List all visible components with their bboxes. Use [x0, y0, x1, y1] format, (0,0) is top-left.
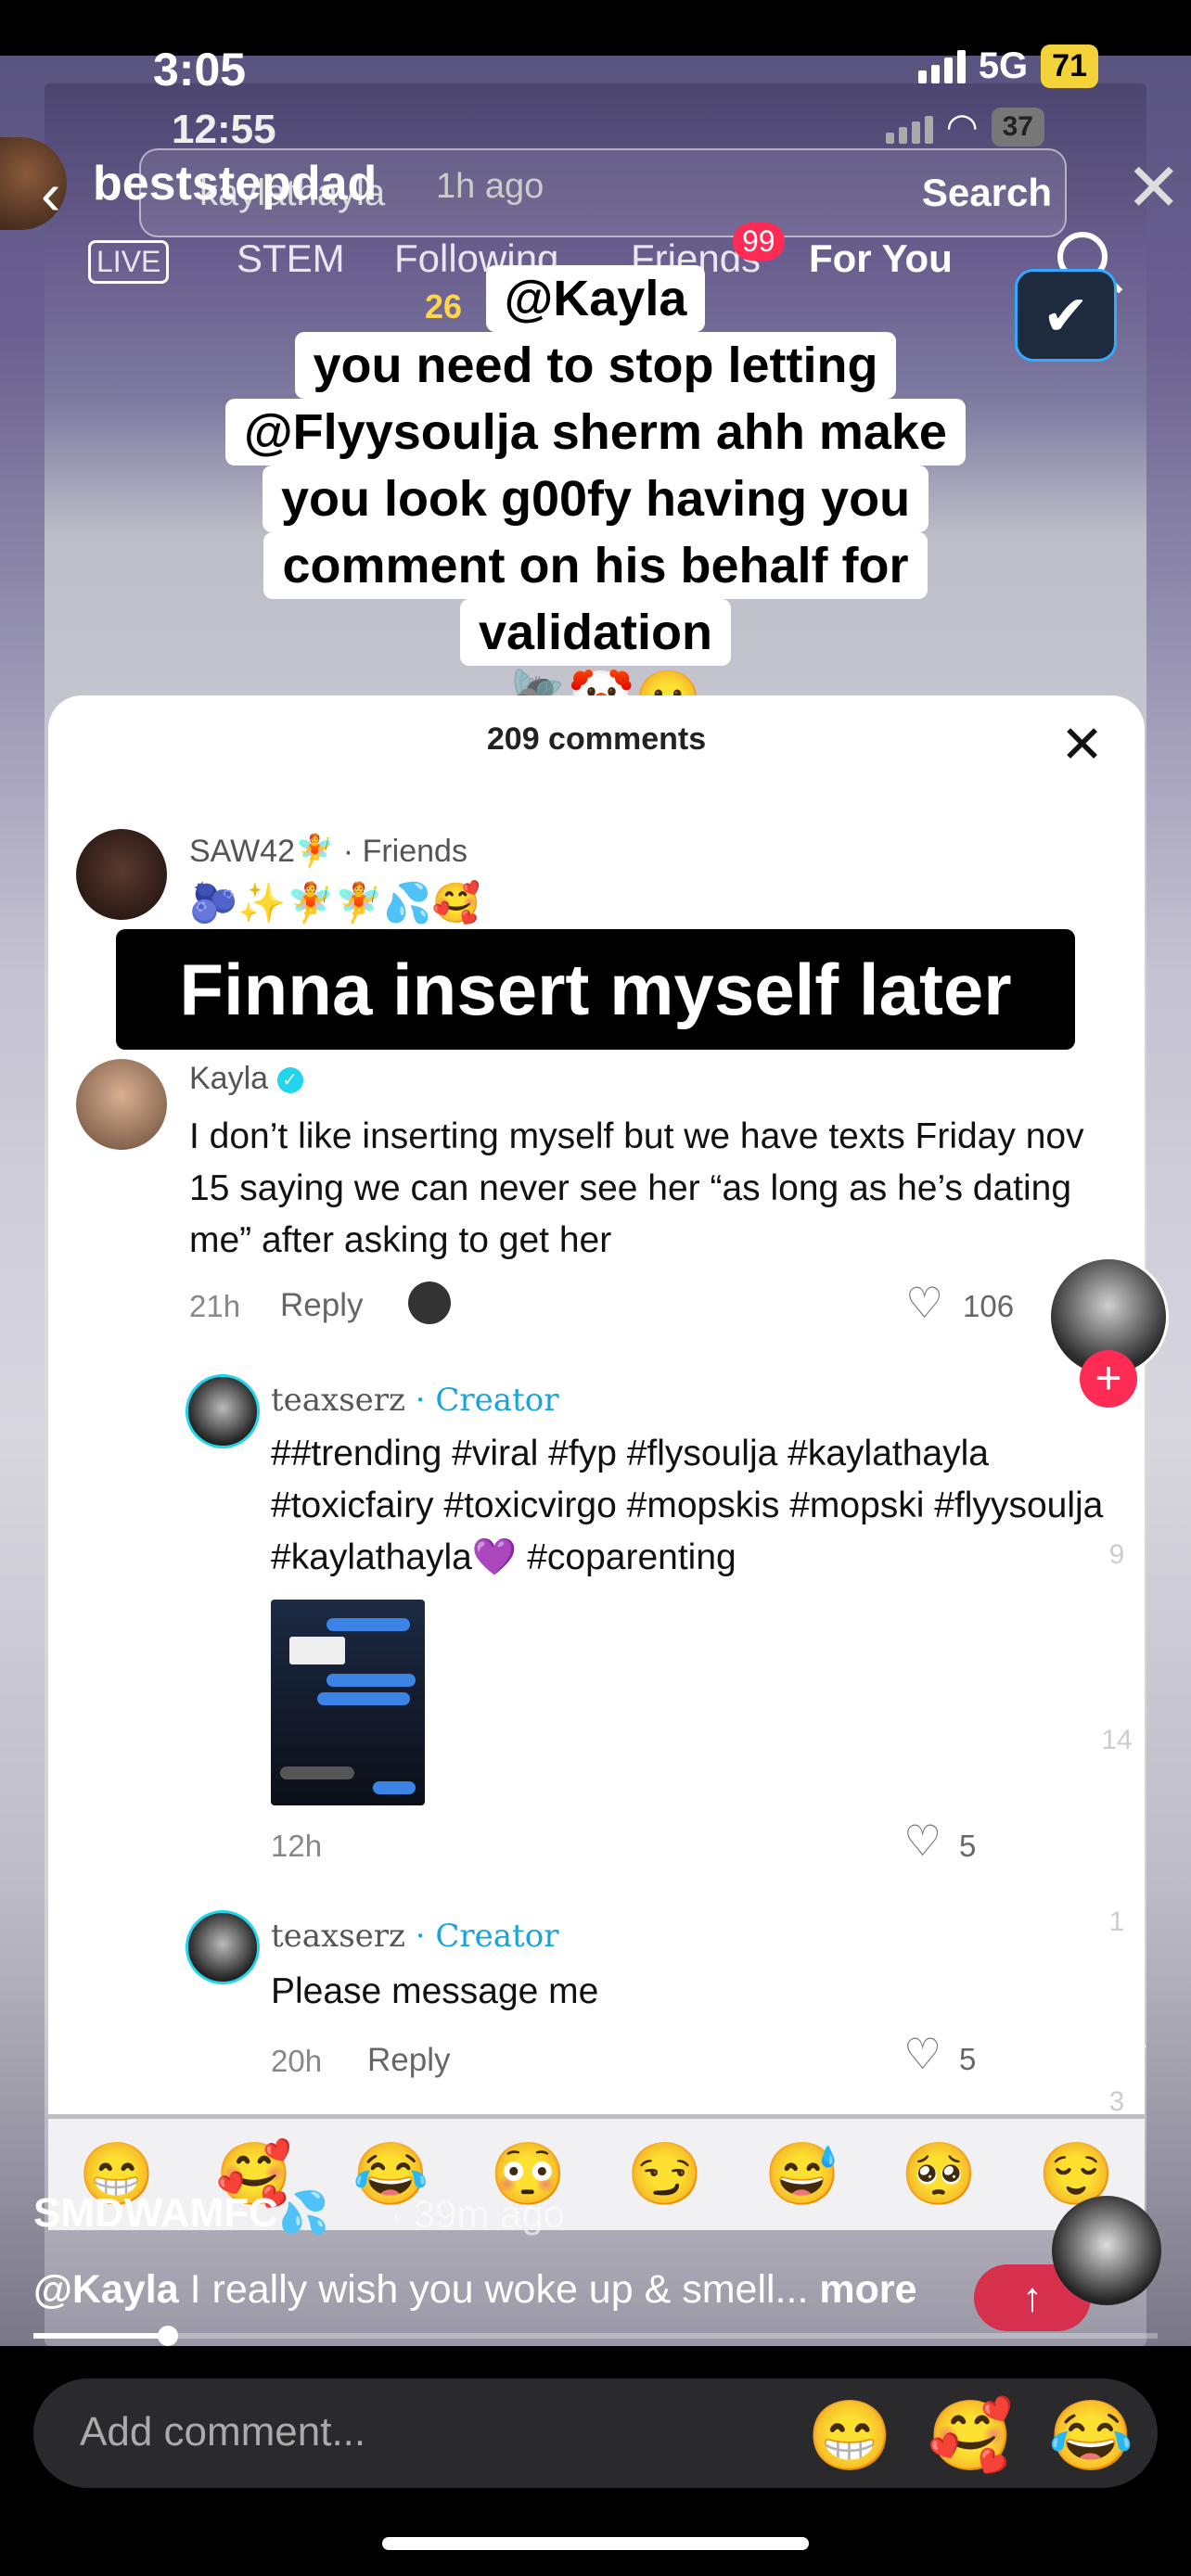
video-caption-overlay: @Kayla you need to stop letting @Flyysou…: [0, 265, 1191, 666]
inner-signal-icon: [885, 110, 933, 144]
share-action[interactable]: ➦ 3: [1070, 2003, 1163, 2118]
back-chevron-icon[interactable]: ‹: [41, 159, 60, 228]
quick-emoji-button[interactable]: 🥰: [928, 2396, 1013, 2477]
like-count: 5: [959, 1829, 977, 1863]
comment-text: I don’t like inserting myself but we hav…: [189, 1116, 1084, 1260]
comments-count-title: 209 comments: [486, 721, 707, 757]
video-author[interactable]: SMDWAMFC💦: [33, 2188, 329, 2237]
comment-count: 14: [1101, 1725, 1133, 1755]
post-time-ago: 1h ago: [436, 167, 544, 206]
wifi-icon: ◠: [945, 107, 979, 147]
progress-fill: [33, 2333, 169, 2339]
reply-button[interactable]: Reply: [367, 2042, 450, 2079]
liked-by-creator-icon: [408, 1282, 451, 1324]
quick-emoji-button[interactable]: 😁: [807, 2396, 892, 2477]
music-disc-icon[interactable]: [1052, 2196, 1161, 2305]
close-comments-icon[interactable]: ✕: [1060, 714, 1104, 775]
comment-username[interactable]: Kayla ✓: [189, 1061, 303, 1097]
like-action[interactable]: ♥ 9: [1070, 1456, 1163, 1571]
like-count: 9: [1108, 1539, 1125, 1570]
comment-username[interactable]: SAW42🧚 · Friends: [189, 833, 467, 870]
comment-time: 21h: [189, 1289, 241, 1323]
add-comment-placeholder[interactable]: Add comment...: [80, 2409, 365, 2455]
video-time-ago: · 39m ago: [390, 2192, 566, 2236]
reply-time: 12h: [271, 1829, 323, 1863]
inner-battery-indicator: 37: [991, 108, 1044, 147]
emoji-button[interactable]: 😏: [627, 2138, 703, 2211]
save-count: 1: [1108, 1906, 1125, 1937]
video-description[interactable]: @Kayla I really wish you woke up & smell…: [33, 2267, 917, 2313]
comment-action[interactable]: ● 14: [1070, 1641, 1163, 1756]
verified-icon: ✓: [276, 1067, 303, 1094]
caption-line: comment on his behalf for: [263, 532, 928, 599]
commenter-avatar[interactable]: [76, 829, 167, 920]
more-link[interactable]: more: [808, 2267, 916, 2312]
search-button[interactable]: Search: [922, 171, 1052, 215]
quick-emoji-button[interactable]: 😂: [1048, 2396, 1133, 2477]
comment-bubble-icon: ●: [1093, 1639, 1141, 1728]
like-count: 5: [959, 2042, 977, 2076]
comments-sheet: 209 comments ✕ SAW42🧚 · Friends 🫐✨🧚🧚💦🥰 K…: [48, 695, 1145, 2114]
emoji-button[interactable]: 😅: [764, 2138, 840, 2211]
creator-avatar[interactable]: [186, 1374, 260, 1448]
comment-text: 🫐✨🧚🧚💦🥰: [189, 881, 480, 925]
reply-button[interactable]: Reply: [280, 1287, 363, 1324]
commenter-avatar[interactable]: [76, 1059, 167, 1150]
heart-icon[interactable]: ♡: [903, 1816, 941, 1866]
caption-line: validation: [459, 599, 732, 666]
status-time: 3:05: [153, 44, 247, 96]
friends-badge: 99: [733, 223, 785, 261]
emoji-button[interactable]: 🥺: [901, 2138, 977, 2211]
home-indicator: [382, 2537, 809, 2550]
battery-indicator: 71: [1041, 45, 1098, 88]
bookmark-icon: ▮: [1095, 1820, 1139, 1909]
share-count: 3: [1108, 2086, 1125, 2117]
network-label: 5G: [978, 45, 1029, 86]
signal-icon: [917, 49, 966, 83]
reply-text: Please message me: [271, 1971, 599, 2011]
close-icon[interactable]: ✕: [1126, 148, 1182, 226]
reply-text: ##trending #viral #fyp #flysoulja #kayla…: [271, 1434, 1104, 1577]
share-arrow-icon: ➦: [1082, 2000, 1151, 2089]
video-progress-bar[interactable]: [33, 2326, 1158, 2346]
attached-screenshot-image[interactable]: [271, 1600, 425, 1805]
follow-plus-icon[interactable]: +: [1080, 1350, 1137, 1408]
reply-username[interactable]: teaxserz · Creator: [271, 1382, 558, 1419]
text-overlay: Finna insert myself later: [116, 929, 1075, 1050]
profile-username[interactable]: beststepdad: [93, 156, 377, 211]
save-action[interactable]: ▮ 1: [1070, 1823, 1163, 1938]
caption-line: you look g00fy having you: [262, 465, 929, 532]
heart-icon[interactable]: ♡: [905, 1278, 943, 1328]
reply-username[interactable]: teaxserz · Creator: [271, 1918, 558, 1955]
caption-line: @Flyysoulja sherm ahh make: [225, 399, 966, 465]
caption-line: you need to stop letting: [294, 332, 897, 399]
caption-line: @Kayla: [485, 265, 706, 332]
reply-time: 20h: [271, 2044, 323, 2078]
status-bar: 3:05 5G 71: [0, 37, 1191, 102]
like-count: 106: [963, 1289, 1015, 1323]
creator-avatar[interactable]: [186, 1910, 260, 1984]
heart-icon[interactable]: ♡: [903, 2029, 941, 2079]
heart-icon: ♥: [1093, 1453, 1141, 1542]
inner-status-time: 12:55: [172, 107, 276, 152]
